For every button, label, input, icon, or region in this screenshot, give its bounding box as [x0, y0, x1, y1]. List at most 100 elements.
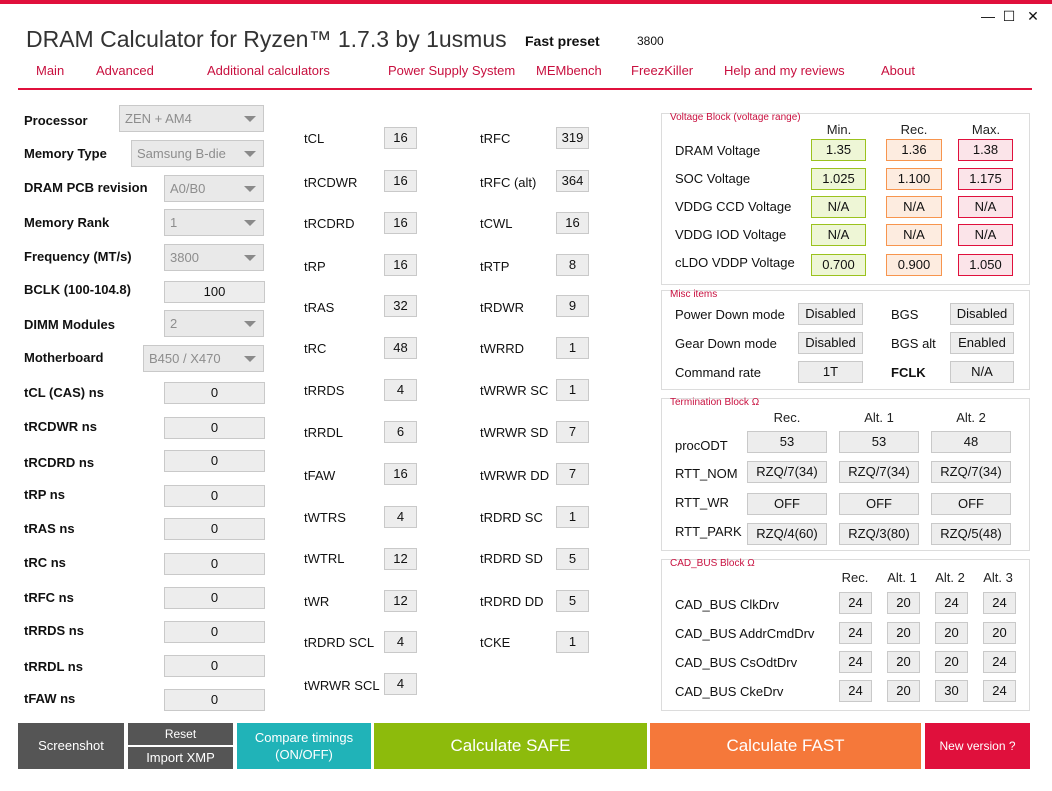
processor-select[interactable]: ZEN + AM4: [119, 105, 264, 132]
tab-membench[interactable]: MEMbench: [536, 63, 602, 78]
tab-freezkiller[interactable]: FreezKiller: [631, 63, 693, 78]
cadbus-header-alt1: Alt. 1: [887, 570, 917, 585]
minimize-icon[interactable]: —: [979, 8, 997, 24]
ns-input[interactable]: 0: [164, 689, 265, 711]
timing-label: tRFC (alt): [480, 175, 537, 190]
ns-input[interactable]: 0: [164, 518, 265, 540]
preset-label: Fast preset: [525, 33, 600, 49]
calculate-fast-button[interactable]: Calculate FAST: [650, 723, 921, 769]
timing-value[interactable]: 16: [384, 463, 417, 485]
timing-value[interactable]: 319: [556, 127, 589, 149]
preset-value: 3800: [637, 34, 664, 48]
timing-value[interactable]: 5: [556, 548, 589, 570]
ns-input[interactable]: 0: [164, 553, 265, 575]
bclk-input[interactable]: 100: [164, 281, 265, 303]
ns-input[interactable]: 0: [164, 382, 265, 404]
frequency-value: 3800: [170, 250, 199, 265]
ns-input[interactable]: 0: [164, 655, 265, 677]
timing-value[interactable]: 16: [384, 212, 417, 234]
timing-value[interactable]: 4: [384, 631, 417, 653]
timing-value[interactable]: 16: [384, 127, 417, 149]
timing-value[interactable]: 16: [556, 212, 589, 234]
timing-value[interactable]: 1: [556, 379, 589, 401]
timing-value[interactable]: 9: [556, 295, 589, 317]
command-rate-value: 1T: [798, 361, 863, 383]
timing-value[interactable]: 8: [556, 254, 589, 276]
processor-value: ZEN + AM4: [125, 111, 192, 126]
timing-value[interactable]: 12: [384, 548, 417, 570]
memory-rank-select[interactable]: 1: [164, 209, 264, 236]
ns-input[interactable]: 0: [164, 450, 265, 472]
timing-value[interactable]: 6: [384, 421, 417, 443]
timing-label: tWR: [304, 594, 330, 609]
pcb-revision-select[interactable]: A0/B0: [164, 175, 264, 202]
cadbus-csodtdrv-label: CAD_BUS CsOdtDrv: [675, 655, 798, 670]
voltage-header-max: Max.: [971, 122, 1001, 137]
tab-about[interactable]: About: [881, 63, 915, 78]
import-xmp-button[interactable]: Import XMP: [128, 747, 233, 769]
cadbus-addrcmddrv-label: CAD_BUS AddrCmdDrv: [675, 626, 815, 641]
timing-label: tCL: [304, 131, 325, 146]
proc-odt-rec: 53: [747, 431, 827, 453]
calculate-safe-button[interactable]: Calculate SAFE: [374, 723, 647, 769]
compare-timings-button[interactable]: Compare timings (ON/OFF): [237, 723, 371, 769]
timing-label: tRAS: [304, 300, 335, 315]
timing-label: tRP: [304, 259, 326, 274]
chevron-down-icon: [244, 356, 256, 362]
tab-help-and-reviews[interactable]: Help and my reviews: [724, 63, 845, 78]
close-icon[interactable]: ✕: [1024, 8, 1042, 24]
ns-label: tCL (CAS) ns: [24, 385, 104, 400]
tab-main[interactable]: Main: [36, 63, 64, 78]
bgs-value: Disabled: [950, 303, 1014, 325]
timing-label: tRTP: [480, 259, 510, 274]
maximize-icon[interactable]: ☐: [1000, 8, 1018, 24]
timing-value[interactable]: 7: [556, 463, 589, 485]
timing-value[interactable]: 1: [556, 337, 589, 359]
cadbus-addrcmddrv-rec: 24: [839, 622, 872, 644]
timing-value[interactable]: 1: [556, 631, 589, 653]
ns-input[interactable]: 0: [164, 587, 265, 609]
reset-button[interactable]: Reset: [128, 723, 233, 745]
timing-label: tRCDWR: [304, 175, 358, 190]
cadbus-csodtdrv-alt3: 24: [983, 651, 1016, 673]
cadbus-clkdrv-alt2: 24: [935, 592, 968, 614]
timing-value[interactable]: 1: [556, 506, 589, 528]
cldo-vddp-voltage-max: 1.050: [958, 254, 1013, 276]
frequency-select[interactable]: 3800: [164, 244, 264, 271]
timing-value[interactable]: 4: [384, 673, 417, 695]
timing-value[interactable]: 48: [384, 337, 417, 359]
new-version-button[interactable]: New version ?: [925, 723, 1030, 769]
motherboard-select[interactable]: B450 / X470: [143, 345, 264, 372]
timing-value[interactable]: 32: [384, 295, 417, 317]
tab-power-supply-system[interactable]: Power Supply System: [388, 63, 515, 78]
dimm-modules-value: 2: [170, 316, 178, 331]
cadbus-clkdrv-alt3: 24: [983, 592, 1016, 614]
timing-label: tWRWR SCL: [304, 678, 380, 693]
command-rate-label: Command rate: [675, 365, 761, 380]
timing-value[interactable]: 7: [556, 421, 589, 443]
timing-label: tWRRD: [480, 341, 525, 356]
timing-label: tCWL: [480, 216, 513, 231]
ns-input[interactable]: 0: [164, 621, 265, 643]
tab-advanced[interactable]: Advanced: [96, 63, 154, 78]
rtt-nom-alt2: RZQ/7(34): [931, 461, 1011, 483]
gear-down-label: Gear Down mode: [675, 336, 777, 351]
cadbus-ckedrv-alt1: 20: [887, 680, 920, 702]
timing-value[interactable]: 4: [384, 379, 417, 401]
ns-input[interactable]: 0: [164, 485, 265, 507]
memory-type-select[interactable]: Samsung B-die: [131, 140, 264, 167]
cadbus-ckedrv-label: CAD_BUS CkeDrv: [675, 684, 784, 699]
timing-value[interactable]: 5: [556, 590, 589, 612]
timing-value[interactable]: 4: [384, 506, 417, 528]
timing-value[interactable]: 16: [384, 170, 417, 192]
ns-label: tFAW ns: [24, 691, 76, 706]
vddg-iod-voltage-label: VDDG IOD Voltage: [675, 227, 787, 242]
timing-value[interactable]: 12: [384, 590, 417, 612]
tab-additional-calculators[interactable]: Additional calculators: [207, 63, 330, 78]
timing-value[interactable]: 364: [556, 170, 589, 192]
dram-voltage-max: 1.38: [958, 139, 1013, 161]
timing-value[interactable]: 16: [384, 254, 417, 276]
dimm-modules-select[interactable]: 2: [164, 310, 264, 337]
ns-input[interactable]: 0: [164, 417, 265, 439]
screenshot-button[interactable]: Screenshot: [18, 723, 124, 769]
